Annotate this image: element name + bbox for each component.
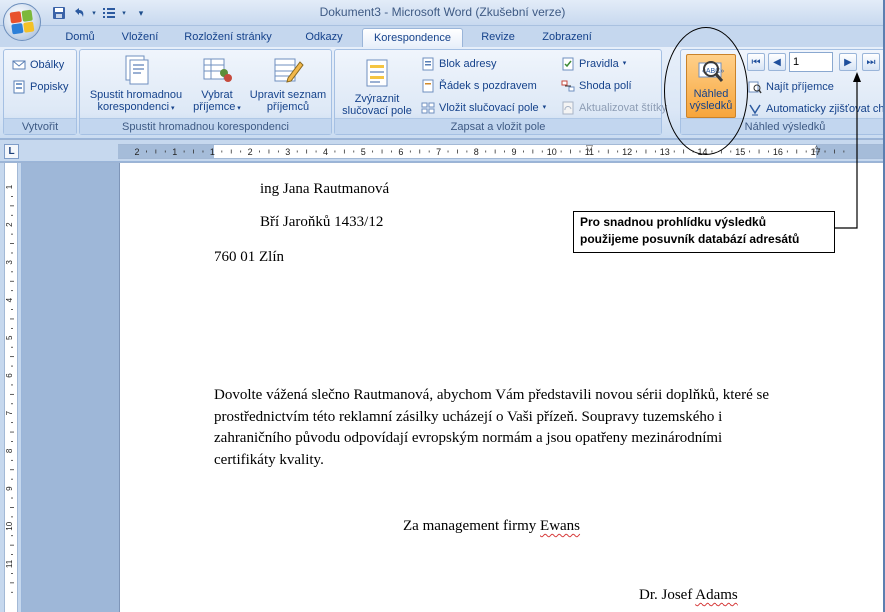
callout-arrow (835, 72, 861, 229)
office-button[interactable] (3, 3, 41, 41)
office-logo-icon (9, 9, 35, 35)
callout-line-1: Pro snadnou prohlídku výsledků (580, 215, 767, 229)
callout-line-2: použijeme posuvník databází adresátů (580, 232, 800, 246)
annotation-callout: Pro snadnou prohlídku výsledků použijeme… (573, 211, 835, 253)
